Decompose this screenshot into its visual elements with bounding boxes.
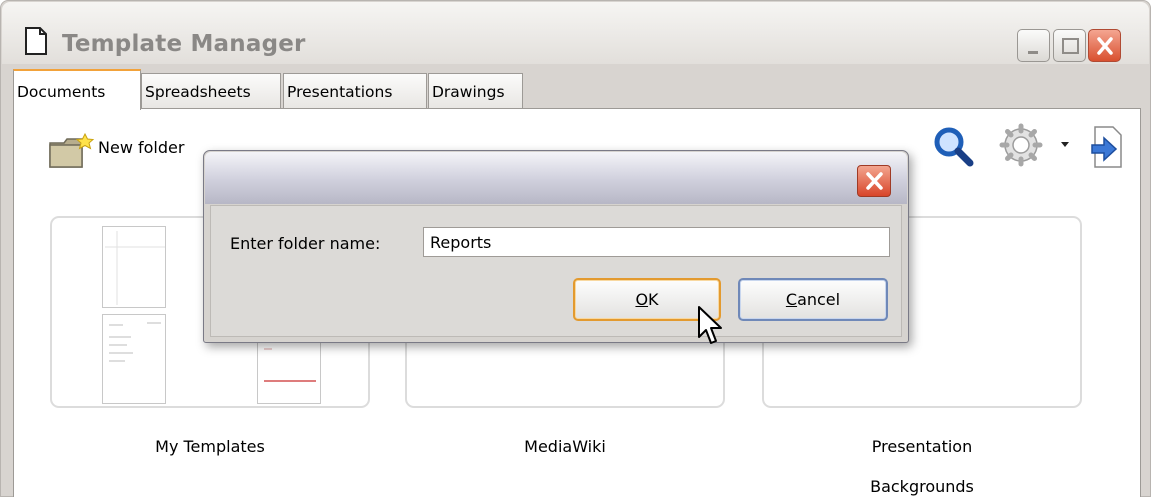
folder-label: MediaWiki bbox=[524, 437, 606, 456]
new-folder-button[interactable]: New folder bbox=[48, 129, 218, 169]
import-icon[interactable] bbox=[1089, 125, 1125, 169]
dialog-title-bar[interactable] bbox=[205, 152, 907, 204]
template-preview-graphic bbox=[109, 322, 161, 362]
tab-presentations[interactable]: Presentations bbox=[283, 73, 427, 109]
window-title: Template Manager bbox=[62, 31, 306, 57]
document-icon bbox=[25, 27, 47, 55]
close-icon bbox=[866, 172, 883, 190]
new-folder-label: New folder bbox=[98, 138, 185, 157]
search-icon[interactable] bbox=[932, 125, 976, 167]
minimize-button[interactable] bbox=[1017, 29, 1050, 62]
folder-label: My Templates bbox=[155, 437, 265, 456]
folder-name-label: Enter folder name: bbox=[230, 234, 381, 253]
gear-icon[interactable] bbox=[999, 123, 1043, 167]
cancel-mnemonic: C bbox=[785, 290, 798, 309]
folder-label-line: Presentation bbox=[871, 437, 973, 456]
ok-mnemonic: O bbox=[635, 290, 649, 309]
tab-bar: Documents Spreadsheets Presentations Dra… bbox=[13, 69, 1133, 110]
maximize-button[interactable] bbox=[1053, 29, 1086, 62]
dialog-close-button[interactable] bbox=[857, 165, 891, 197]
template-preview-graphic bbox=[105, 231, 165, 305]
close-icon bbox=[1097, 37, 1113, 55]
minimize-icon bbox=[1028, 51, 1038, 54]
close-window-button[interactable] bbox=[1088, 29, 1121, 62]
dropdown-arrow-icon[interactable] bbox=[1058, 140, 1072, 150]
cancel-label: ancel bbox=[797, 290, 841, 309]
template-preview-graphic bbox=[264, 348, 316, 382]
tab-drawings[interactable]: Drawings bbox=[428, 73, 523, 109]
tab-documents[interactable]: Documents bbox=[13, 69, 141, 110]
new-folder-icon bbox=[49, 132, 95, 168]
cancel-button[interactable]: Cancel bbox=[738, 278, 888, 321]
maximize-icon bbox=[1062, 38, 1079, 54]
template-thumbnail bbox=[257, 338, 321, 404]
folder-label-line: Backgrounds bbox=[870, 477, 974, 496]
folder-label: Presentation Backgrounds bbox=[762, 427, 1082, 497]
title-bar[interactable]: Template Manager bbox=[2, 2, 1149, 64]
ok-label: K bbox=[648, 290, 659, 309]
template-thumbnail bbox=[102, 226, 166, 308]
new-folder-dialog: Enter folder name: OK Cancel bbox=[203, 150, 909, 343]
folder-name-input[interactable] bbox=[423, 227, 890, 257]
tab-spreadsheets[interactable]: Spreadsheets bbox=[141, 73, 281, 109]
template-thumbnail bbox=[102, 314, 166, 404]
mouse-cursor-icon bbox=[698, 306, 722, 344]
